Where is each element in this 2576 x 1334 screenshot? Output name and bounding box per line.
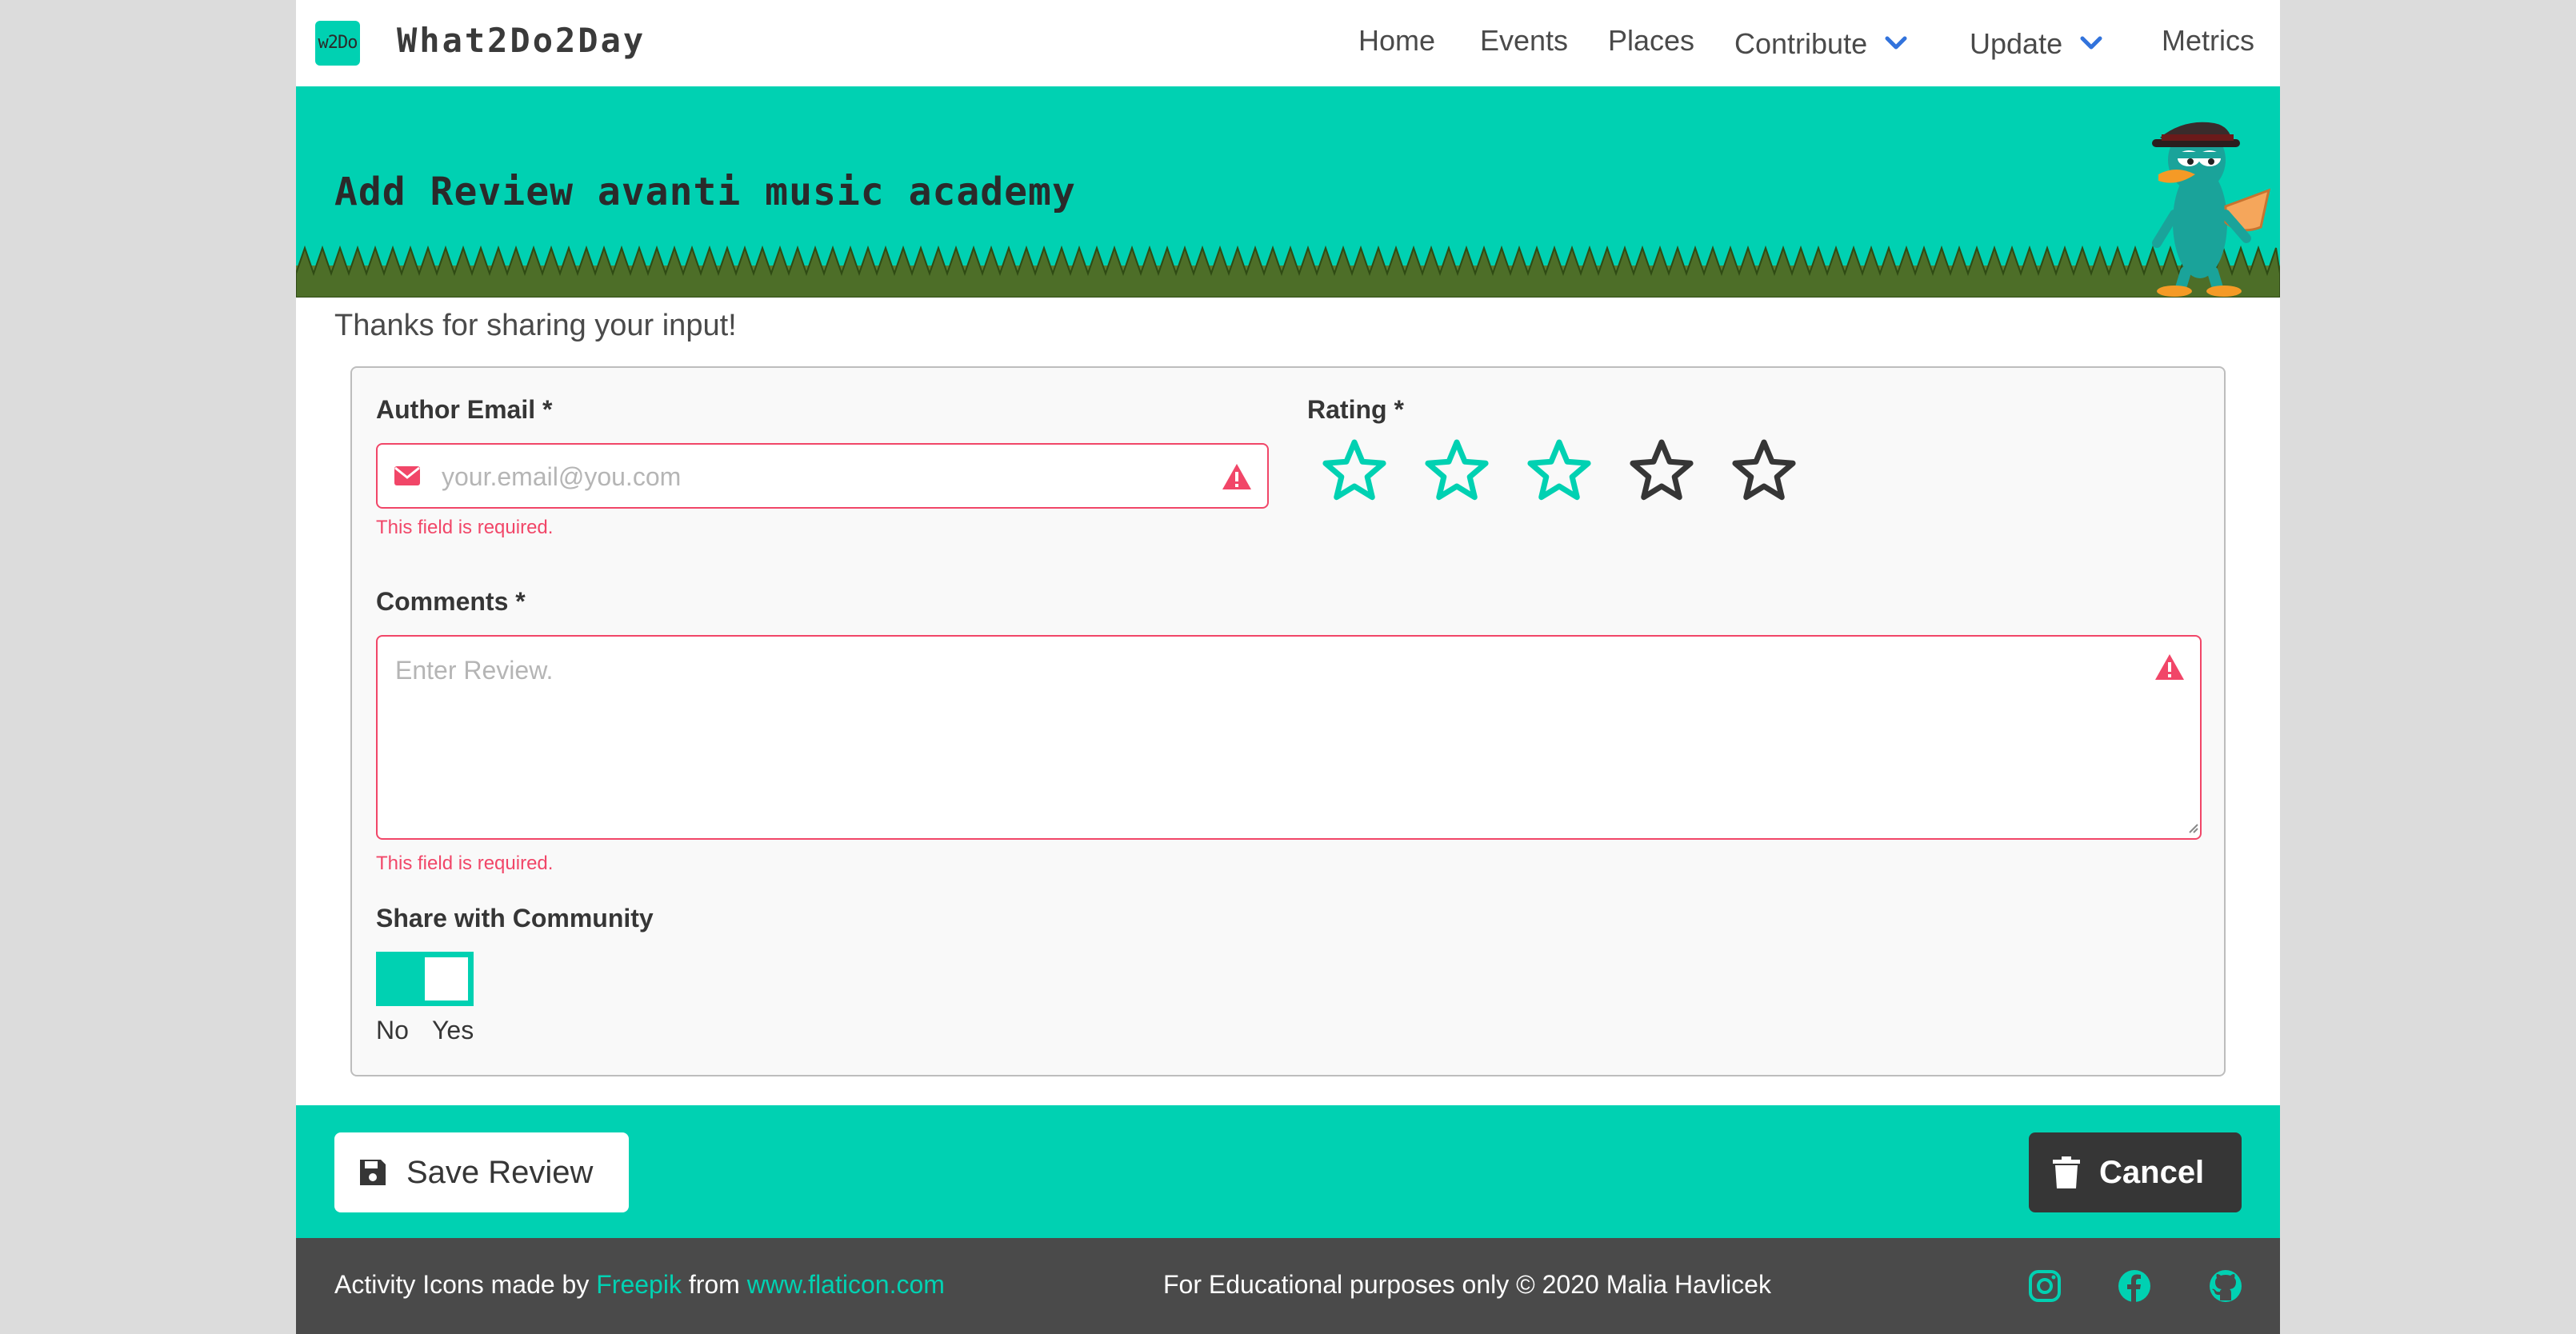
review-form: Author Email * your.email@you.com This f… bbox=[350, 366, 2226, 1076]
rating-label: Rating * bbox=[1307, 395, 1404, 424]
star-4-icon[interactable] bbox=[1627, 437, 1696, 505]
save-review-button[interactable]: Save Review bbox=[334, 1132, 629, 1212]
warning-icon bbox=[1221, 462, 1253, 494]
star-3-icon[interactable] bbox=[1525, 437, 1594, 505]
share-toggle[interactable] bbox=[376, 952, 474, 1006]
chevron-down-icon bbox=[2080, 24, 2102, 58]
warning-icon bbox=[2154, 653, 2186, 685]
star-5-icon[interactable] bbox=[1730, 437, 1798, 505]
comments-label: Comments * bbox=[376, 587, 526, 616]
nav-update[interactable]: Update bbox=[1970, 24, 2102, 61]
page: w2Do What2Do2Day Home Events Places Cont… bbox=[296, 0, 2280, 1334]
comments-placeholder: Enter Review. bbox=[395, 656, 554, 685]
footer-credit: Activity Icons made by Freepik from www.… bbox=[334, 1270, 945, 1300]
page-title: Add Review avanti music academy bbox=[334, 170, 1076, 214]
save-review-label: Save Review bbox=[406, 1154, 594, 1190]
resize-handle-icon[interactable] bbox=[2186, 821, 2198, 837]
save-icon bbox=[360, 1160, 386, 1185]
toggle-knob bbox=[425, 957, 468, 1000]
navbar: w2Do What2Do2Day Home Events Places Cont… bbox=[296, 0, 2280, 86]
cancel-button[interactable]: Cancel bbox=[2029, 1132, 2242, 1212]
chevron-down-icon bbox=[1885, 24, 1907, 58]
success-notice: Thanks for sharing your input! bbox=[334, 309, 737, 342]
share-label: Share with Community bbox=[376, 904, 654, 933]
footer-notice: For Educational purposes only © 2020 Mal… bbox=[1163, 1270, 1771, 1299]
envelope-icon bbox=[394, 464, 421, 491]
email-placeholder: your.email@you.com bbox=[442, 462, 682, 491]
toggle-yes-label: Yes bbox=[432, 1016, 474, 1044]
credit-mid: from bbox=[688, 1270, 740, 1299]
brand-name[interactable]: What2Do2Day bbox=[397, 21, 646, 60]
email-field[interactable]: your.email@you.com bbox=[376, 443, 1269, 509]
toggle-no-label: No bbox=[376, 1016, 409, 1044]
logo[interactable]: w2Do bbox=[315, 21, 360, 66]
nav-update-label: Update bbox=[1970, 27, 2063, 60]
trash-icon bbox=[2053, 1156, 2080, 1188]
comments-textarea[interactable]: Enter Review. bbox=[376, 635, 2202, 840]
action-bar: Save Review Cancel bbox=[296, 1105, 2280, 1238]
nav-events-label: Events bbox=[1480, 24, 1569, 57]
nav-contribute[interactable]: Contribute bbox=[1734, 24, 1907, 61]
comments-error: This field is required. bbox=[376, 853, 554, 874]
flaticon-link[interactable]: www.flaticon.com bbox=[747, 1270, 945, 1299]
nav-places-label: Places bbox=[1608, 24, 1695, 57]
nav-contribute-label: Contribute bbox=[1734, 27, 1868, 60]
email-label: Author Email * bbox=[376, 395, 553, 424]
nav-metrics[interactable]: Metrics bbox=[2162, 24, 2254, 58]
github-icon[interactable] bbox=[2208, 1268, 2243, 1304]
star-2-icon[interactable] bbox=[1422, 437, 1491, 505]
facebook-icon[interactable] bbox=[2117, 1268, 2152, 1304]
star-1-icon[interactable] bbox=[1320, 437, 1389, 505]
nav-home[interactable]: Home bbox=[1358, 24, 1435, 58]
hero-banner: Add Review avanti music academy bbox=[296, 86, 2280, 298]
nav-metrics-label: Metrics bbox=[2162, 24, 2254, 57]
nav-home-label: Home bbox=[1358, 24, 1436, 57]
cancel-label: Cancel bbox=[2099, 1154, 2205, 1190]
footer: Activity Icons made by Freepik from www.… bbox=[296, 1238, 2280, 1334]
nav-places[interactable]: Places bbox=[1608, 24, 1694, 58]
perry-mascot-image bbox=[2152, 122, 2271, 297]
credit-prefix: Activity Icons made by bbox=[334, 1270, 590, 1299]
grass-decoration bbox=[296, 245, 2280, 298]
email-error: This field is required. bbox=[376, 517, 554, 538]
nav-events[interactable]: Events bbox=[1480, 24, 1568, 58]
instagram-icon[interactable] bbox=[2027, 1268, 2062, 1304]
freepik-link[interactable]: Freepik bbox=[596, 1270, 682, 1299]
